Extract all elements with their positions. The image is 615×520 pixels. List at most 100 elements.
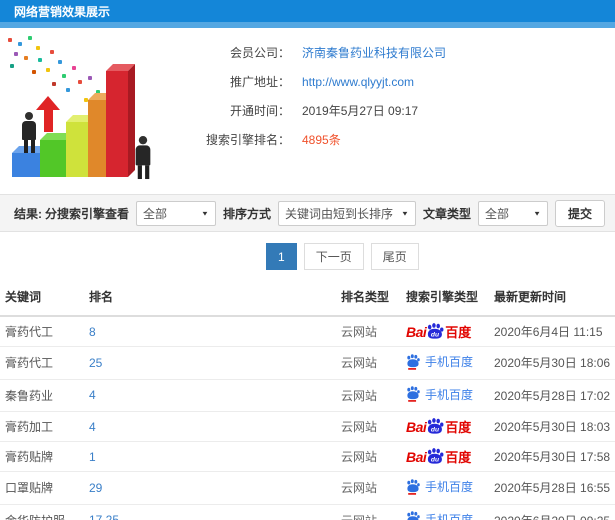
updated-time-cell: 2020年5月30日 17:58	[489, 441, 615, 472]
keyword-cell: 膏药贴牌	[0, 441, 84, 472]
rank-type-cell: 云网站	[336, 471, 401, 505]
baidu-mobile-logo: 手机百度	[406, 511, 473, 520]
submit-button[interactable]: 提交	[554, 199, 605, 227]
header-keyword: 关键词	[0, 279, 84, 317]
engine-type-cell: 手机百度	[401, 379, 489, 412]
baidu-mobile-logo: 手机百度	[406, 386, 473, 403]
filter-bar: 结果: 分搜索引擎查看 全部 ▼ 排序方式 关键词由短到长排序 ▼ 文章类型 全…	[0, 194, 615, 232]
baidu-paw-icon: du	[428, 448, 444, 464]
baidu-mobile-paw-icon	[407, 511, 420, 520]
engine-type-cell: 手机百度	[401, 471, 489, 505]
page-1-button[interactable]: 1	[266, 243, 297, 270]
caret-down-icon: ▼	[201, 209, 209, 217]
keyword-cell: 秦鲁药业	[0, 379, 84, 412]
rank-link-cell[interactable]: 29	[84, 471, 336, 505]
opened-time-label: 开通时间：	[229, 104, 290, 118]
engine-type-cell: 手机百度	[401, 504, 489, 520]
header-rank-type: 排名类型	[336, 279, 401, 317]
header-rank: 排名	[84, 279, 336, 317]
engine-view-selected: 全部	[142, 206, 167, 221]
promo-url-link[interactable]: http://www.qlyyjt.com	[302, 75, 414, 89]
page-title: 网络营销效果展示	[14, 4, 111, 19]
info-row-opened: 开通时间： 2019年5月27日 09:17	[172, 96, 446, 125]
updated-time-cell: 2020年5月30日 18:06	[489, 346, 615, 380]
rank-type-cell: 云网站	[336, 504, 401, 520]
sort-label: 排序方式	[222, 206, 271, 221]
engine-type-cell: 手机百度	[401, 346, 489, 380]
businessman-figure	[22, 112, 36, 153]
keyword-cell: 膏药代工	[0, 316, 84, 347]
rank-link-cell[interactable]: 4	[84, 411, 336, 442]
engine-type-cell: Bai du 百度	[401, 316, 489, 347]
baidu-mobile-paw-icon	[407, 353, 420, 370]
company-link[interactable]: 济南秦鲁药业科技有限公司	[302, 44, 446, 61]
svg-text:du: du	[431, 332, 439, 339]
rank-type-cell: 云网站	[336, 379, 401, 412]
rank-type-cell: 云网站	[336, 346, 401, 380]
updated-time-cell: 2020年6月4日 11:15	[489, 316, 615, 347]
updated-time-cell: 2020年6月20日 09:25	[489, 504, 615, 520]
next-page-button[interactable]: 下一页	[303, 243, 364, 270]
results-table-body: 膏药代工 8 云网站 Bai du 百度 2020年6月4日 11:15 膏药代工 25…	[0, 316, 615, 520]
account-info-list: 会员公司： 济南秦鲁药业科技有限公司 推广地址： http://www.qlyy…	[172, 28, 446, 180]
engine-type-cell: Bai du 百度	[401, 411, 489, 442]
engine-type-cell: Bai du 百度	[401, 441, 489, 472]
confetti-graphic	[8, 38, 12, 42]
info-row-url: 推广地址： http://www.qlyyjt.com	[172, 67, 446, 96]
table-header-row: 关键词 排名 排名类型 搜索引擎类型 最新更新时间	[0, 279, 615, 317]
baidu-mobile-paw-icon	[407, 478, 420, 495]
table-row: 膏药贴牌 1 云网站 Bai du 百度 2020年5月30日 17:58	[0, 441, 615, 472]
engine-view-select[interactable]: 全部 ▼	[135, 200, 216, 226]
promo-url-label: 推广地址：	[229, 75, 290, 89]
rank-link-cell[interactable]: 8	[84, 316, 336, 347]
businessman-figure	[135, 135, 151, 180]
last-page-button[interactable]: 尾页	[370, 243, 419, 270]
pagination: 1 下一页 尾页	[266, 243, 615, 270]
bar-chart-graphic	[106, 71, 128, 177]
baidu-pc-logo: Bai du 百度	[406, 323, 472, 340]
marketing-illustration	[0, 28, 172, 180]
baidu-paw-icon: du	[428, 323, 444, 339]
baidu-mobile-paw-icon	[407, 386, 420, 402]
table-row: 膏药代工 8 云网站 Bai du 百度 2020年6月4日 11:15	[0, 316, 615, 347]
engine-view-label: 分搜索引擎查看	[44, 206, 129, 221]
rank-link-cell[interactable]: 1	[84, 441, 336, 472]
account-info-section: 会员公司： 济南秦鲁药业科技有限公司 推广地址： http://www.qlyy…	[0, 28, 615, 180]
svg-text:du: du	[431, 457, 439, 464]
sort-selected: 关键词由短到长排序	[284, 206, 393, 221]
article-type-label: 文章类型	[422, 206, 471, 221]
keyword-cell: 口罩贴牌	[0, 471, 84, 505]
info-row-company: 会员公司： 济南秦鲁药业科技有限公司	[172, 38, 446, 67]
article-type-select[interactable]: 全部 ▼	[477, 200, 548, 226]
header-engine-type: 搜索引擎类型	[401, 279, 489, 317]
rank-link-cell[interactable]: 17,25	[84, 504, 336, 520]
bar-chart-graphic	[12, 153, 42, 177]
sort-select[interactable]: 关键词由短到长排序 ▼	[277, 200, 416, 226]
up-arrow-icon	[36, 96, 60, 132]
updated-time-cell: 2020年5月28日 17:02	[489, 379, 615, 412]
baidu-mobile-logo: 手机百度	[406, 478, 473, 495]
rank-type-cell: 云网站	[336, 316, 401, 347]
keyword-cell: 金华防护服	[0, 504, 84, 520]
company-label: 会员公司：	[229, 46, 290, 60]
baidu-mobile-logo: 手机百度	[406, 353, 473, 370]
rank-type-cell: 云网站	[336, 411, 401, 442]
keyword-cell: 膏药代工	[0, 346, 84, 380]
table-row: 口罩贴牌 29 云网站 手机百度 2020年5月28日 16:55	[0, 471, 615, 505]
rank-link-cell[interactable]: 4	[84, 379, 336, 412]
baidu-pc-logo: Bai du 百度	[406, 418, 472, 435]
caret-down-icon: ▼	[401, 209, 409, 217]
caret-down-icon: ▼	[533, 209, 541, 217]
results-table: 关键词 排名 排名类型 搜索引擎类型 最新更新时间 膏药代工 8 云网站 Bai d…	[0, 279, 615, 520]
baidu-pc-logo: Bai du 百度	[406, 448, 472, 465]
table-row: 秦鲁药业 4 云网站 手机百度 2020年5月28日 17:02	[0, 379, 615, 412]
header-updated-time: 最新更新时间	[489, 279, 615, 317]
svg-text:du: du	[431, 427, 439, 434]
engine-rank-label: 搜索引擎排名：	[205, 133, 290, 147]
table-row: 膏药加工 4 云网站 Bai du 百度 2020年5月30日 18:03	[0, 411, 615, 442]
baidu-paw-icon: du	[428, 418, 444, 434]
info-row-engine-rank: 搜索引擎排名： 4895条	[172, 125, 446, 154]
article-type-selected: 全部	[484, 206, 509, 221]
engine-rank-count: 4895条	[302, 133, 341, 147]
rank-link-cell[interactable]: 25	[84, 346, 336, 380]
